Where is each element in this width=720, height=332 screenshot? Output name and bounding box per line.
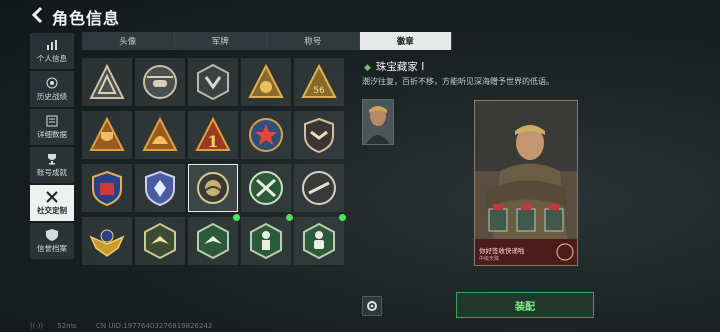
sidebar-item-label: 账号成就: [37, 167, 67, 177]
svg-text:1: 1: [207, 132, 218, 151]
avatar: [362, 99, 394, 145]
trophy-badge-icon: [89, 116, 125, 151]
badge-cell[interactable]: [135, 164, 185, 212]
tab-title[interactable]: 称号: [267, 32, 360, 50]
badge-cell[interactable]: [135, 217, 185, 265]
sidebar-item-match-history[interactable]: 历史战绩: [30, 71, 74, 107]
status-bar: ((·)) 52ms: [30, 322, 77, 330]
number-56-badge-icon: 56: [301, 63, 337, 98]
sidebar: 个人信息 历史战绩 详细数据 账号成就 社交定制 信誉档案: [30, 33, 74, 261]
badge-cell[interactable]: [135, 111, 185, 159]
sidebar-item-reputation[interactable]: 信誉档案: [30, 223, 74, 259]
triangle-arrow-badge-icon: [89, 63, 125, 99]
badge-cell[interactable]: [188, 214, 240, 265]
bird-hexagon-badge-icon: [144, 222, 176, 260]
bar-chart-icon: [47, 39, 57, 50]
shield-chevron-badge-icon: [304, 117, 334, 154]
card-subcaption: 中级天赋: [479, 256, 500, 262]
badge-cell[interactable]: [294, 111, 344, 159]
bird-hexagon-badge-icon: [197, 222, 229, 260]
sidebar-item-achievements[interactable]: 账号成就: [30, 147, 74, 183]
trophy-icon: [48, 153, 56, 164]
top-bar: 角色信息: [0, 0, 720, 30]
badge-grid: 56 1: [82, 58, 346, 268]
tab-dog-tag[interactable]: 军牌: [174, 32, 267, 50]
badge-cell[interactable]: 1: [188, 111, 238, 159]
tab-bar: 头像 军牌 称号 徽章: [82, 32, 452, 50]
new-indicator-dot: [233, 214, 240, 221]
gear-globe-badge-icon: [197, 172, 229, 204]
ping-value: 52ms: [57, 322, 77, 330]
back-arrow-icon[interactable]: [30, 6, 46, 24]
sidebar-item-label: 个人信息: [37, 53, 67, 63]
tools-icon: [46, 190, 58, 203]
badge-cell-selected[interactable]: [188, 164, 238, 212]
helmet-badge-icon: [142, 116, 178, 151]
soldier-hexagon-badge-icon: [250, 222, 282, 260]
badge-preview-card: 你好签收快递啦 中级天赋: [474, 100, 578, 266]
card-caption: 你好签收快递啦: [479, 247, 525, 255]
hexagon-emblem-badge-icon: [197, 63, 229, 101]
sidebar-item-social-custom[interactable]: 社交定制: [30, 185, 74, 221]
crossed-rifles-badge-icon: [249, 171, 283, 205]
badge-cell[interactable]: [82, 111, 132, 159]
blue-diamond-badge-icon: [145, 170, 175, 207]
badge-cell[interactable]: 56: [294, 58, 344, 106]
badge-name-text: 珠宝藏家 I: [375, 61, 425, 73]
badge-description: 潮汐往复，百折不移，方能听见深海赠予世界的低语。: [362, 77, 554, 86]
player-portrait-icon: [363, 100, 393, 144]
book-icon: [46, 115, 58, 126]
sidebar-item-label: 信誉档案: [37, 243, 67, 253]
badge-cell[interactable]: [188, 58, 238, 106]
badge-cell[interactable]: [82, 58, 132, 106]
user-uid: CN UID:19776403276819826242: [96, 322, 213, 330]
badge-cell[interactable]: [82, 217, 132, 265]
character-artwork: [475, 101, 577, 265]
wifi-icon: ((·)): [30, 322, 44, 330]
sidebar-item-label: 详细数据: [37, 129, 67, 139]
money-bag-badge-icon: [248, 63, 284, 98]
sidebar-item-personal-info[interactable]: 个人信息: [30, 33, 74, 69]
badge-cell[interactable]: [294, 214, 346, 265]
new-indicator-dot: [339, 214, 346, 221]
badge-title: ◆ 珠宝藏家 I: [364, 59, 424, 74]
badge-cell[interactable]: [241, 111, 291, 159]
badge-cell[interactable]: [82, 164, 132, 212]
sidebar-item-detailed-data[interactable]: 详细数据: [30, 109, 74, 145]
equip-button[interactable]: 装配: [456, 292, 594, 318]
new-indicator-dot: [286, 214, 293, 221]
shield-icon: [46, 228, 58, 241]
number-1-badge-icon: 1: [195, 116, 231, 151]
badge-cell[interactable]: [241, 164, 291, 212]
badge-cell[interactable]: [241, 58, 291, 106]
star-medal-badge-icon: [249, 118, 283, 152]
target-icon: [46, 77, 58, 88]
settings-button[interactable]: [362, 296, 382, 316]
badge-cell[interactable]: [294, 164, 344, 212]
gear-icon: [367, 301, 377, 311]
tab-avatar[interactable]: 头像: [82, 32, 175, 50]
thumbs-up-hexagon-badge-icon: [303, 222, 335, 260]
page-title: 角色信息: [52, 9, 121, 28]
svg-text:56: 56: [313, 86, 325, 96]
blue-shield-badge-icon: [92, 170, 122, 207]
sidebar-item-label: 历史战绩: [37, 91, 67, 101]
badge-cell[interactable]: [241, 214, 293, 265]
golden-wings-badge-icon: [89, 229, 125, 257]
sidebar-item-label: 社交定制: [37, 205, 67, 215]
helicopter-badge-icon: [143, 65, 177, 99]
badge-cell[interactable]: [135, 58, 185, 106]
tab-badge[interactable]: 徽章: [359, 32, 452, 50]
diamond-marker-icon: ◆: [364, 63, 371, 73]
rifle-badge-icon: [302, 171, 336, 205]
